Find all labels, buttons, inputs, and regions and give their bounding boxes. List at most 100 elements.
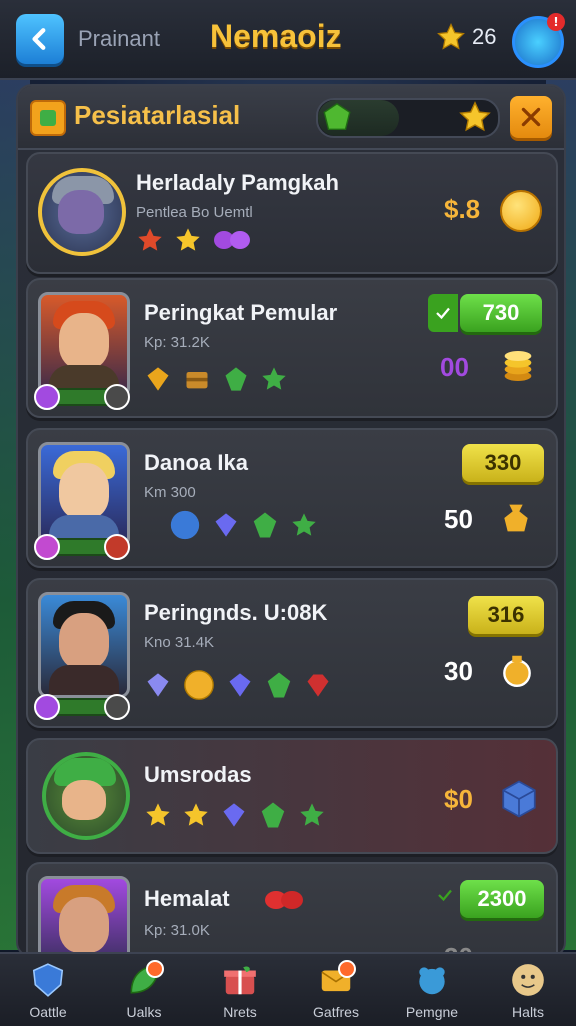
- star-count-value: 26: [472, 24, 497, 49]
- leaderboard-row-6[interactable]: Hemalat Kp: 31.0K 2300 30: [26, 862, 558, 956]
- reward-value: 50: [444, 504, 473, 534]
- star-icon: [146, 803, 170, 826]
- level-bar: [34, 694, 130, 720]
- reward-value: 30: [444, 656, 473, 686]
- star-icon: [138, 228, 162, 251]
- panel-badge-icon: [30, 100, 66, 136]
- purple-gem-icon: [214, 231, 250, 249]
- nav-item-nrets[interactable]: Nrets: [192, 954, 288, 1026]
- coin-icon: [184, 670, 214, 700]
- avatar: [42, 752, 130, 840]
- leaderboard-row-1[interactable]: Herladaly Pamgkah Pentlea Bo Uemtl $.8: [26, 152, 558, 274]
- gift-icon: [220, 960, 260, 1000]
- avatar: [38, 442, 130, 548]
- star-icon: [176, 228, 200, 251]
- avatar: [38, 592, 130, 698]
- player-name: Danoa Ika: [144, 450, 248, 475]
- controller-icon: [412, 960, 452, 1000]
- leaderboard-row-5[interactable]: Umsrodas $0: [26, 738, 558, 854]
- green-gem-icon: [253, 512, 277, 538]
- leaderboard-panel: Pesiatarlasial Herladaly Pamgkah Pentlea…: [16, 84, 566, 958]
- green-gem-icon: [261, 802, 285, 828]
- leaderboard-row-4[interactable]: Peringnds. U:08K Kno 31.4K 316 30: [26, 578, 558, 728]
- level-bar: [34, 384, 130, 410]
- red-gem-icon: [307, 674, 329, 697]
- red-gem-icon: [265, 891, 303, 909]
- nav-label: Gatfres: [313, 1004, 359, 1020]
- gold-bag-icon: [504, 504, 528, 532]
- star-icon: [437, 23, 465, 50]
- level-bar: [34, 534, 130, 560]
- star-icon: [459, 101, 491, 132]
- score-pill: 316: [468, 596, 544, 634]
- green-gem-icon: [225, 367, 247, 391]
- blue-orb-icon: [170, 510, 200, 540]
- green-gem-icon: [323, 102, 351, 131]
- score-pill: 730: [460, 294, 542, 332]
- page-title: Nemaoiz: [210, 18, 342, 54]
- nav-label: Halts: [512, 1004, 544, 1020]
- reward-icons: [168, 508, 318, 542]
- notification-button[interactable]: !: [512, 13, 565, 68]
- green-star-icon: [262, 367, 286, 390]
- blue-gem-icon: [215, 513, 237, 537]
- notification-badge: [146, 960, 164, 978]
- score-pill: 330: [462, 444, 544, 482]
- avatar: [38, 876, 130, 956]
- close-button[interactable]: [510, 96, 552, 138]
- nav-item-halts[interactable]: Halts: [480, 954, 576, 1026]
- nav-item-pemgne[interactable]: Pemgne: [384, 954, 480, 1026]
- leaderboard-row-3[interactable]: Danoa Ika Km 300 330 50: [26, 428, 558, 568]
- reward-value: 00: [440, 352, 469, 382]
- chevron-left-icon: [32, 28, 46, 50]
- player-subtitle: Kp: 31.2K: [144, 334, 210, 351]
- score-pill: 2300: [460, 880, 544, 918]
- shield-icon: [28, 960, 68, 1000]
- top-left-label: Prainant: [78, 26, 160, 51]
- avatar: [38, 168, 126, 256]
- reward-icons: [144, 668, 332, 702]
- player-name: Peringnds. U:08K: [144, 600, 328, 625]
- star-counter: 26: [436, 22, 496, 52]
- panel-progress-bar: [316, 98, 500, 138]
- nav-label: Ualks: [126, 1004, 162, 1020]
- blue-gem-icon: [147, 673, 169, 697]
- face-icon: [508, 960, 548, 1000]
- panel-title: Pesiatarlasial: [74, 100, 241, 130]
- avatar: [38, 292, 130, 398]
- reward-icons: [136, 226, 252, 254]
- blue-gem-icon: [223, 803, 245, 827]
- player-name: Herladaly Pamgkah: [136, 170, 339, 195]
- nav-item-gatfres[interactable]: Gatfres: [288, 954, 384, 1026]
- blue-gem-icon: [229, 673, 251, 697]
- star-icon: [184, 803, 208, 826]
- player-subtitle: Kno 31.4K: [144, 634, 215, 651]
- reward-icons: [144, 364, 288, 394]
- player-name: Peringkat Pemular: [144, 300, 338, 325]
- check-icon: [438, 889, 452, 902]
- green-star-icon: [300, 803, 324, 826]
- green-gem-icon: [267, 672, 291, 698]
- notification-badge: !: [547, 13, 565, 31]
- nav-item-oattle[interactable]: Oattle: [0, 954, 96, 1026]
- nav-item-ualks[interactable]: Ualks: [96, 954, 192, 1026]
- nav-label: Oattle: [29, 1004, 67, 1020]
- panel-header: Pesiatarlasial: [18, 86, 564, 150]
- top-bar: Prainant Nemaoiz 26 !: [0, 0, 576, 80]
- gold-bag-icon: [503, 655, 531, 688]
- leaderboard-row-2[interactable]: Peringkat Pemular Kp: 31.2K 730 00: [26, 278, 558, 418]
- back-button[interactable]: [16, 14, 64, 64]
- check-icon: [428, 294, 458, 332]
- green-star-icon: [292, 513, 316, 536]
- chest-icon: [186, 372, 208, 389]
- coin-icon: [500, 190, 542, 232]
- reward-value: $0: [444, 784, 473, 814]
- player-name: Hemalat: [144, 886, 230, 911]
- bottom-navigation: Oattle Ualks Nrets Gatfres Pemgne Halts: [0, 952, 576, 1026]
- close-icon: [521, 107, 541, 127]
- player-subtitle: Pentlea Bo Uemtl: [136, 204, 253, 221]
- coin-stack-icon: [504, 351, 532, 381]
- reward-value: $.8: [444, 194, 481, 224]
- nav-label: Pemgne: [405, 1004, 459, 1020]
- nav-label: Nrets: [223, 1004, 257, 1020]
